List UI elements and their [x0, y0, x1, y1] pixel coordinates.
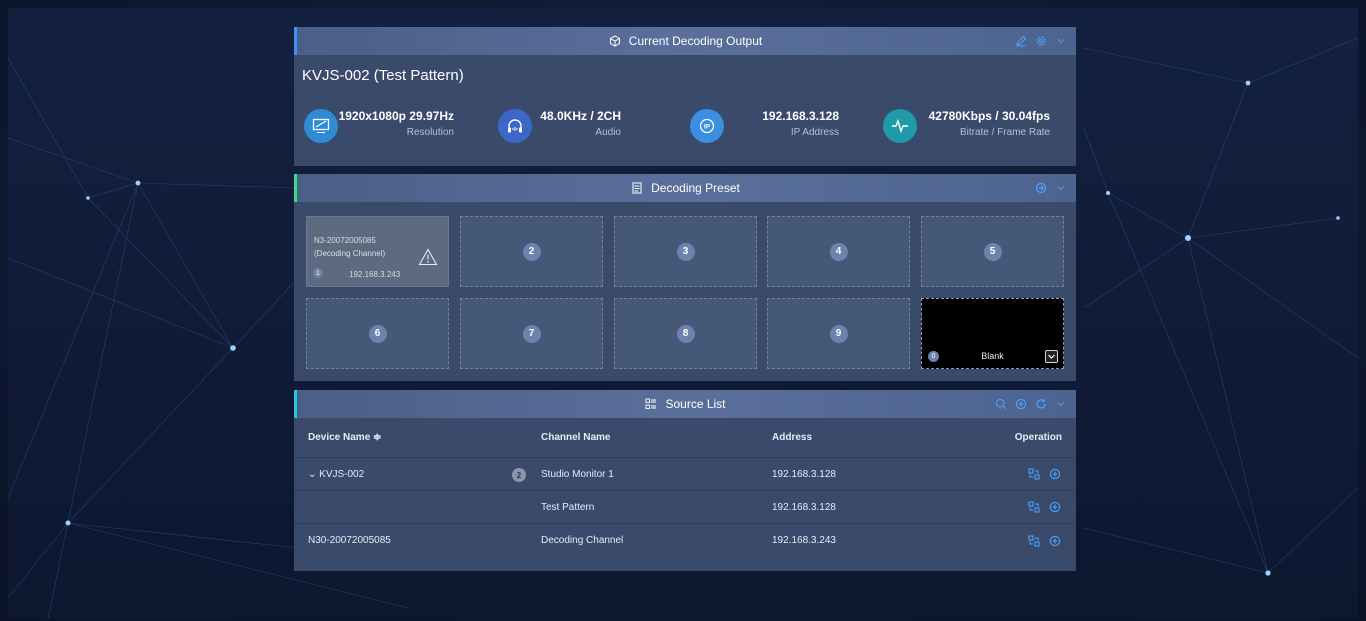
- header-accent: [294, 27, 297, 55]
- warning-icon: [418, 248, 438, 271]
- operation-cell: [1027, 458, 1062, 490]
- source-list-panel: Source List Device Name ≑ Channel Name A…: [294, 390, 1076, 571]
- decoding-preset-title: Decoding Preset: [651, 181, 740, 195]
- address-cell: 192.168.3.243: [772, 535, 836, 546]
- current-output-title: Current Decoding Output: [628, 34, 763, 48]
- decoding-preset-header: Decoding Preset: [294, 174, 1076, 202]
- add-icon[interactable]: [1048, 500, 1062, 514]
- svg-text:IP: IP: [704, 124, 711, 131]
- device-name-cell[interactable]: ⌄ KVJS-002: [308, 458, 364, 490]
- blank-dropdown-button[interactable]: [1045, 350, 1058, 363]
- preset-number: 5: [983, 242, 1002, 261]
- assign-icon[interactable]: [1027, 500, 1041, 514]
- ip-address-label: IP Address: [790, 127, 839, 138]
- current-decoding-output-panel: Current Decoding Output KVJS-002 (Test P…: [294, 27, 1076, 166]
- current-output-header: Current Decoding Output: [294, 27, 1076, 55]
- preset-number: 9: [829, 324, 848, 343]
- audio-stat: 48.0KHz / 2CH Audio: [498, 107, 621, 147]
- assign-icon[interactable]: [1027, 534, 1041, 548]
- audio-label: Audio: [595, 127, 621, 138]
- add-icon[interactable]: [1048, 467, 1062, 481]
- preset-number: 7: [522, 324, 541, 343]
- preset-device-name: N3-20072005085: [314, 236, 376, 245]
- preset-number-badge: 1: [313, 268, 323, 278]
- channel-name-cell: Studio Monitor 1: [541, 468, 614, 480]
- table-header-row: Device Name ≑ Channel Name Address Opera…: [294, 418, 1076, 458]
- address-cell: 192.168.3.128: [772, 468, 836, 480]
- operation-cell: [1027, 491, 1062, 523]
- preset-slot-6[interactable]: 6: [306, 298, 449, 369]
- source-list-header: Source List: [294, 390, 1076, 418]
- preset-channel-name: (Decoding Channel): [314, 249, 386, 258]
- search-icon[interactable]: [994, 397, 1008, 411]
- table-row[interactable]: Test Pattern 192.168.3.128: [294, 491, 1076, 524]
- preset-number: 2: [522, 242, 541, 261]
- table-row[interactable]: N30-20072005085 Decoding Channel 192.168…: [294, 524, 1076, 557]
- decoding-preset-panel: Decoding Preset N3-20072005085 (Decoding…: [294, 174, 1076, 381]
- add-icon[interactable]: [1048, 534, 1062, 548]
- bitrate-stat: 42780Kbps / 30.04fps Bitrate / Frame Rat…: [883, 107, 1050, 147]
- bitrate-label: Bitrate / Frame Rate: [959, 127, 1050, 138]
- edit-icon[interactable]: [1014, 34, 1028, 48]
- chevron-down-icon[interactable]: [1054, 397, 1068, 411]
- source-list-title: Source List: [665, 397, 726, 411]
- channel-count-badge: 2: [512, 468, 526, 482]
- address-header: Address: [772, 432, 813, 443]
- preset-slot-1[interactable]: N3-20072005085 (Decoding Channel) 1 192.…: [306, 216, 449, 287]
- preset-slot-8[interactable]: 8: [614, 298, 757, 369]
- preset-settings-icon[interactable]: [1034, 181, 1048, 195]
- address-cell: 192.168.3.128: [772, 501, 836, 513]
- ip-address-stat: IP 192.168.3.128 IP Address: [690, 107, 839, 147]
- operation-cell: [1027, 524, 1062, 557]
- settings-icon[interactable]: [1034, 34, 1048, 48]
- bitrate-value: 42780Kbps / 30.04fps: [928, 109, 1050, 123]
- monitor-icon: [304, 109, 338, 143]
- chevron-down-icon[interactable]: [1054, 34, 1068, 48]
- preset-slot-3[interactable]: 3: [614, 216, 757, 287]
- operation-header: Operation: [1014, 432, 1062, 443]
- preset-ip: 192.168.3.243: [349, 270, 401, 279]
- ip-icon: IP: [690, 109, 724, 143]
- preset-slot-2[interactable]: 2: [460, 216, 603, 287]
- refresh-icon[interactable]: [1034, 397, 1048, 411]
- document-icon: [630, 181, 644, 195]
- resolution-stat: 1920x1080p 29.97Hz Resolution: [304, 107, 454, 147]
- header-accent: [294, 390, 297, 418]
- preset-number: 8: [676, 324, 695, 343]
- preset-slot-blank[interactable]: 0 Blank: [921, 298, 1064, 369]
- preset-slot-4[interactable]: 4: [767, 216, 910, 287]
- preset-slot-9[interactable]: 9: [767, 298, 910, 369]
- source-table: Device Name ≑ Channel Name Address Opera…: [294, 418, 1076, 557]
- resolution-label: Resolution: [406, 127, 454, 138]
- assign-icon[interactable]: [1027, 467, 1041, 481]
- header-accent: [294, 174, 297, 202]
- chevron-down-icon[interactable]: [1054, 181, 1068, 195]
- list-icon: [644, 397, 658, 411]
- device-name-cell: N30-20072005085: [308, 535, 391, 546]
- channel-name-cell: Test Pattern: [541, 501, 595, 513]
- audio-value: 48.0KHz / 2CH: [540, 109, 621, 123]
- resolution-value: 1920x1080p 29.97Hz: [338, 109, 454, 123]
- blank-label: Blank: [981, 351, 1004, 361]
- cube-icon: [608, 34, 622, 48]
- ip-address-value: 192.168.3.128: [762, 109, 839, 123]
- table-row[interactable]: ⌄ KVJS-002 2 Studio Monitor 1 192.168.3.…: [294, 458, 1076, 491]
- preset-number: 4: [829, 242, 848, 261]
- preset-number: 3: [676, 242, 695, 261]
- device-title: KVJS-002 (Test Pattern): [302, 67, 464, 84]
- device-name-header[interactable]: Device Name ≑: [308, 418, 381, 457]
- add-icon[interactable]: [1014, 397, 1028, 411]
- preset-slot-5[interactable]: 5: [921, 216, 1064, 287]
- preset-slot-7[interactable]: 7: [460, 298, 603, 369]
- channel-name-header: Channel Name: [541, 432, 611, 443]
- channel-name-cell: Decoding Channel: [541, 535, 624, 546]
- headphones-icon: [498, 109, 532, 143]
- preset-number: 6: [368, 324, 387, 343]
- pulse-icon: [883, 109, 917, 143]
